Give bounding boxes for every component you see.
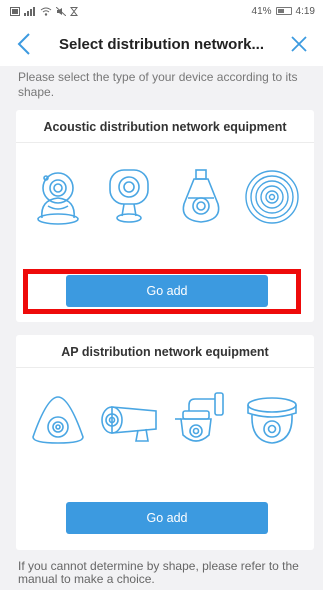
ap-go-add-button[interactable]: Go add [66,502,268,534]
close-icon [291,36,307,52]
divider [16,367,314,368]
wifi-icon [40,7,52,16]
status-bar: 41% 4:19 [0,0,323,22]
acoustic-card-title: Acoustic distribution network equipment [43,120,287,134]
instruction-text: Please select the type of your device ac… [18,70,298,99]
hourglass-icon [70,6,78,16]
cube-camera-icon[interactable] [98,166,160,228]
acoustic-go-add-button[interactable]: Go add [66,275,268,307]
fisheye-camera-icon[interactable] [27,389,89,451]
battery-percent: 41% [251,5,272,17]
acoustic-device-row [16,166,314,228]
status-right: 41% 4:19 [252,6,315,17]
nav-bar: Select distribution network... [0,22,323,66]
bulb-camera-icon[interactable] [170,166,232,228]
battery-icon [275,7,292,15]
signal-icon [24,6,35,16]
footer-note: If you cannot determine by shape, please… [18,559,299,586]
sim-icon [10,6,20,16]
ap-device-row [16,389,314,451]
pan-tilt-camera-icon[interactable] [27,166,89,228]
ptz-dome-camera-icon[interactable] [170,389,232,451]
round-speaker-camera-icon[interactable] [241,166,303,228]
status-icons [10,6,78,16]
close-button[interactable] [285,30,313,58]
mute-icon [56,6,66,16]
back-button[interactable] [10,30,38,58]
acoustic-device-card: Acoustic distribution network equipment [16,110,314,322]
ap-card-title: AP distribution network equipment [61,345,269,359]
page-title: Select distribution network... [58,35,265,53]
chevron-left-icon [17,33,30,55]
ap-device-card: AP distribution network equipment Go add [16,335,314,550]
divider [16,142,314,143]
clock: 4:19 [295,5,315,17]
bullet-camera-icon[interactable] [98,389,160,451]
dome-camera-icon[interactable] [241,389,303,451]
